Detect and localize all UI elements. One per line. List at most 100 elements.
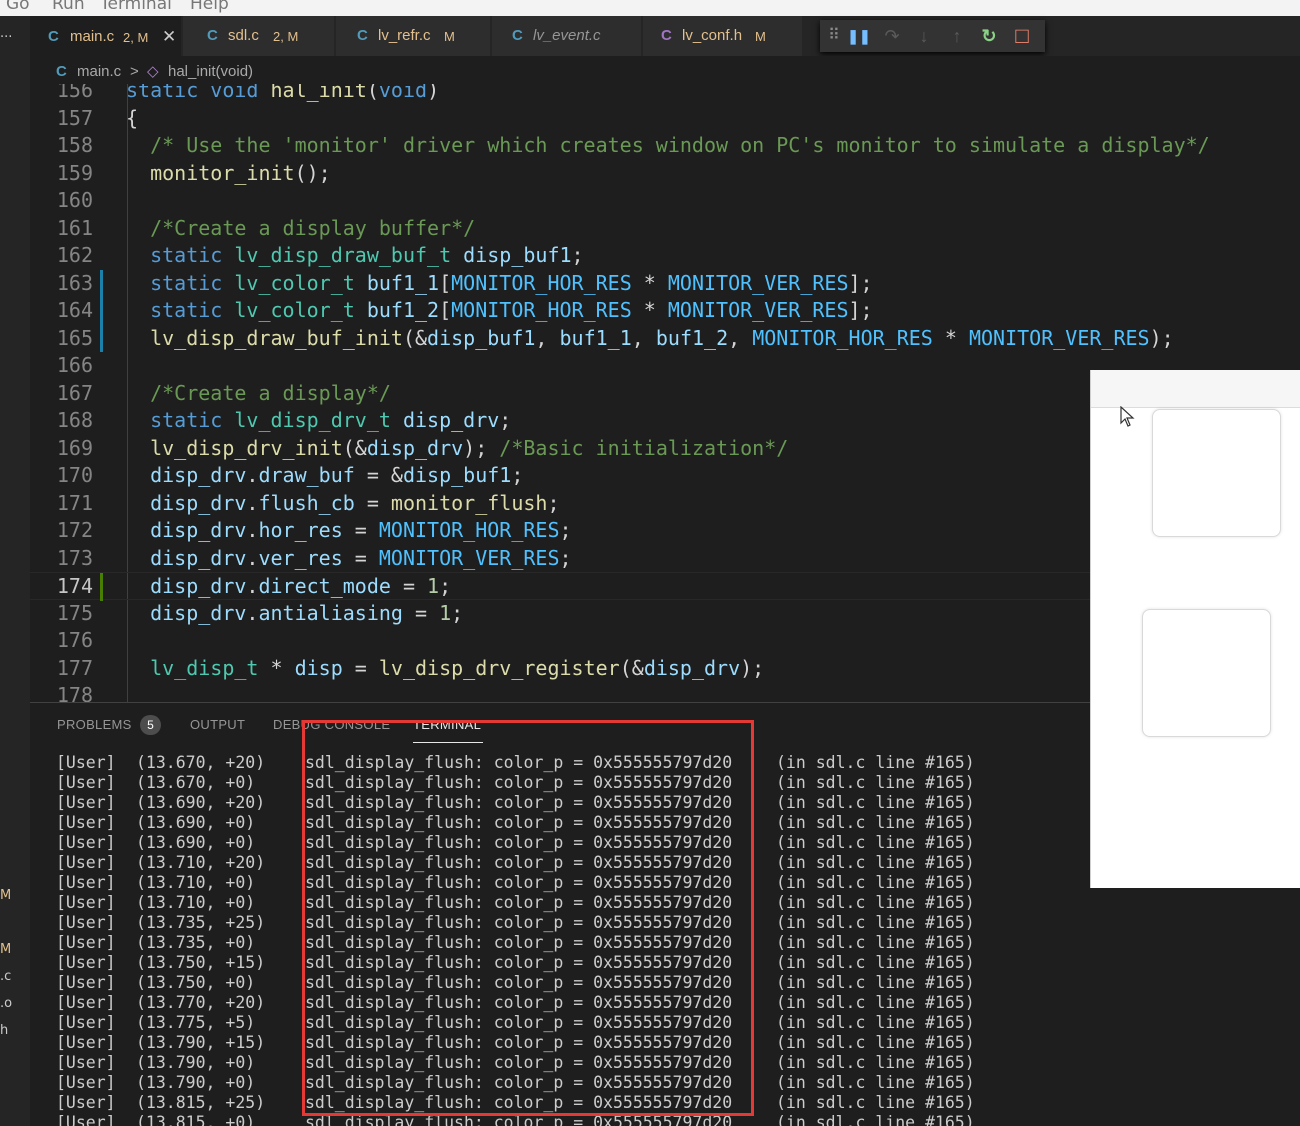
tab-debug-console[interactable]: DEBUG CONSOLE bbox=[273, 717, 390, 732]
line-number: 162 bbox=[56, 243, 93, 267]
close-icon[interactable]: ✕ bbox=[162, 17, 176, 57]
simulator-title-bar[interactable] bbox=[1091, 370, 1300, 408]
code-line[interactable]: 161 /*Create a display buffer*/ bbox=[30, 215, 1300, 243]
code-token: buf1_1 bbox=[366, 270, 440, 295]
code-token: static bbox=[126, 270, 235, 295]
step-out-icon[interactable]: ↑ bbox=[943, 20, 971, 52]
line-number: 171 bbox=[56, 490, 93, 515]
tab-status: 2, M bbox=[123, 30, 149, 45]
code-token: ); bbox=[740, 655, 765, 680]
line-number: 160 bbox=[56, 188, 93, 212]
code-token: MONITOR_HOR_RES bbox=[451, 270, 632, 295]
code-token: static bbox=[126, 243, 235, 267]
log-location: (in sdl.c line #165) bbox=[776, 1053, 975, 1072]
tab-status: M bbox=[755, 29, 766, 44]
problems-count-badge: 5 bbox=[140, 715, 161, 735]
code-line[interactable]: 157 { bbox=[30, 105, 1300, 133]
code-token: draw_buf bbox=[258, 463, 355, 487]
tab-main-c[interactable]: C main.c 2, M ✕ bbox=[30, 16, 182, 56]
code-token: (& bbox=[342, 435, 367, 460]
menu-go[interactable]: Go bbox=[6, 0, 30, 14]
log-message: sdl_display_flush: color_p = 0x555555797… bbox=[305, 813, 733, 832]
log-message: sdl_display_flush: color_p = 0x555555797… bbox=[305, 1073, 733, 1092]
tab-lv-conf-h[interactable]: C lv_conf.h M bbox=[643, 16, 803, 56]
stop-icon[interactable]: □ bbox=[1008, 20, 1036, 52]
log-timestamp: (13.690, +20) bbox=[136, 793, 266, 812]
line-number: 168 bbox=[56, 408, 93, 432]
simulator-window[interactable] bbox=[1090, 370, 1300, 888]
log-source: [User] bbox=[56, 1113, 116, 1126]
tab-lv-refr-c[interactable]: C lv_refr.c M bbox=[336, 16, 491, 56]
log-location: (in sdl.c line #165) bbox=[776, 973, 975, 992]
log-source: [User] bbox=[56, 1033, 116, 1052]
code-token: /*Create a display*/ bbox=[126, 380, 391, 405]
mouse-pointer-icon bbox=[1120, 406, 1135, 427]
code-token: lv_disp_drv_t bbox=[234, 408, 403, 432]
code-text: /* Use the 'monitor' driver which create… bbox=[126, 132, 1210, 160]
pause-icon[interactable]: ❚❚ bbox=[845, 20, 873, 52]
tab-label: lv_conf.h bbox=[682, 27, 743, 44]
log-source: [User] bbox=[56, 973, 116, 992]
file-ext-mark: h bbox=[0, 1023, 9, 1038]
log-location: (in sdl.c line #165) bbox=[776, 1093, 975, 1112]
gutter-modified-marker[interactable] bbox=[100, 269, 103, 297]
gutter-added-marker[interactable] bbox=[100, 573, 103, 601]
code-token: ; bbox=[559, 545, 572, 570]
menu-run[interactable]: Run bbox=[52, 0, 85, 14]
log-source: [User] bbox=[56, 1013, 116, 1032]
code-token: static bbox=[126, 408, 235, 432]
log-timestamp: (13.735, +25) bbox=[136, 913, 266, 932]
debug-toolbar: ⠿ ❚❚ ↷ ↓ ↑ ↻ □ bbox=[820, 20, 1045, 52]
code-line[interactable]: 163 static lv_color_t buf1_1[MONITOR_HOR… bbox=[30, 269, 1300, 297]
tab-terminal[interactable]: TERMINAL bbox=[413, 717, 481, 732]
code-token: lv_disp_draw_buf_t bbox=[234, 243, 464, 267]
code-token: . bbox=[246, 600, 259, 625]
code-token: (& bbox=[619, 655, 644, 680]
tab-label: lv_refr.c bbox=[378, 27, 431, 44]
menu-terminal[interactable]: Terminal bbox=[100, 0, 172, 14]
restart-icon[interactable]: ↻ bbox=[975, 20, 1003, 52]
step-over-icon[interactable]: ↷ bbox=[878, 20, 906, 52]
code-line[interactable]: 159 monitor_init(); bbox=[30, 160, 1300, 188]
gutter-modified-marker[interactable] bbox=[100, 297, 103, 325]
log-location: (in sdl.c line #165) bbox=[776, 893, 975, 912]
code-token: disp_drv bbox=[126, 490, 247, 515]
tab-output[interactable]: OUTPUT bbox=[190, 717, 245, 732]
code-line[interactable]: 162 static lv_disp_draw_buf_t disp_buf1; bbox=[30, 242, 1300, 270]
gutter-modified-marker[interactable] bbox=[100, 324, 103, 352]
simulator-card bbox=[1152, 409, 1281, 537]
menu-help[interactable]: Help bbox=[190, 0, 229, 14]
tab-label: sdl.c bbox=[228, 27, 259, 44]
code-line[interactable]: 158 /* Use the 'monitor' driver which cr… bbox=[30, 132, 1300, 160]
line-number: 163 bbox=[56, 270, 93, 295]
code-token: disp_buf1 bbox=[427, 325, 536, 350]
code-text: disp_drv.draw_buf = &disp_buf1; bbox=[126, 462, 523, 490]
code-line[interactable]: 156 static void hal_init(void) bbox=[30, 84, 1300, 105]
code-token: MONITOR_HOR_RES bbox=[752, 325, 933, 350]
h-file-icon: C bbox=[661, 27, 672, 44]
log-location: (in sdl.c line #165) bbox=[776, 953, 975, 972]
tab-problems[interactable]: PROBLEMS bbox=[57, 717, 132, 732]
code-token: disp_drv bbox=[366, 435, 464, 460]
log-timestamp: (13.750, +0) bbox=[136, 973, 256, 992]
tab-sdl-c[interactable]: C sdl.c 2, M bbox=[183, 16, 335, 56]
step-into-icon[interactable]: ↓ bbox=[910, 20, 938, 52]
more-actions-icon[interactable]: ... bbox=[0, 26, 12, 41]
log-location: (in sdl.c line #165) bbox=[776, 913, 975, 932]
log-timestamp: (13.815, +0) bbox=[136, 1113, 256, 1126]
log-timestamp: (13.790, +0) bbox=[136, 1073, 256, 1092]
code-line[interactable]: 160 bbox=[30, 187, 1300, 215]
log-location: (in sdl.c line #165) bbox=[776, 793, 975, 812]
code-token: [ bbox=[439, 298, 452, 322]
code-token: MONITOR_VER_RES bbox=[378, 545, 560, 570]
line-number: 166 bbox=[56, 353, 93, 377]
tab-lv-event-c[interactable]: C lv_event.c bbox=[492, 16, 642, 56]
code-token: ; bbox=[499, 408, 512, 432]
log-location: (in sdl.c line #165) bbox=[776, 1073, 975, 1092]
code-line[interactable]: 164 static lv_color_t buf1_2[MONITOR_HOR… bbox=[30, 297, 1300, 325]
drag-handle-icon[interactable]: ⠿ bbox=[820, 20, 848, 52]
code-token: buf1_2 bbox=[366, 298, 440, 322]
code-line[interactable]: 165 lv_disp_draw_buf_init(&disp_buf1, bu… bbox=[30, 324, 1300, 352]
code-token: ; bbox=[571, 243, 584, 267]
code-token: disp_buf1 bbox=[402, 463, 512, 487]
